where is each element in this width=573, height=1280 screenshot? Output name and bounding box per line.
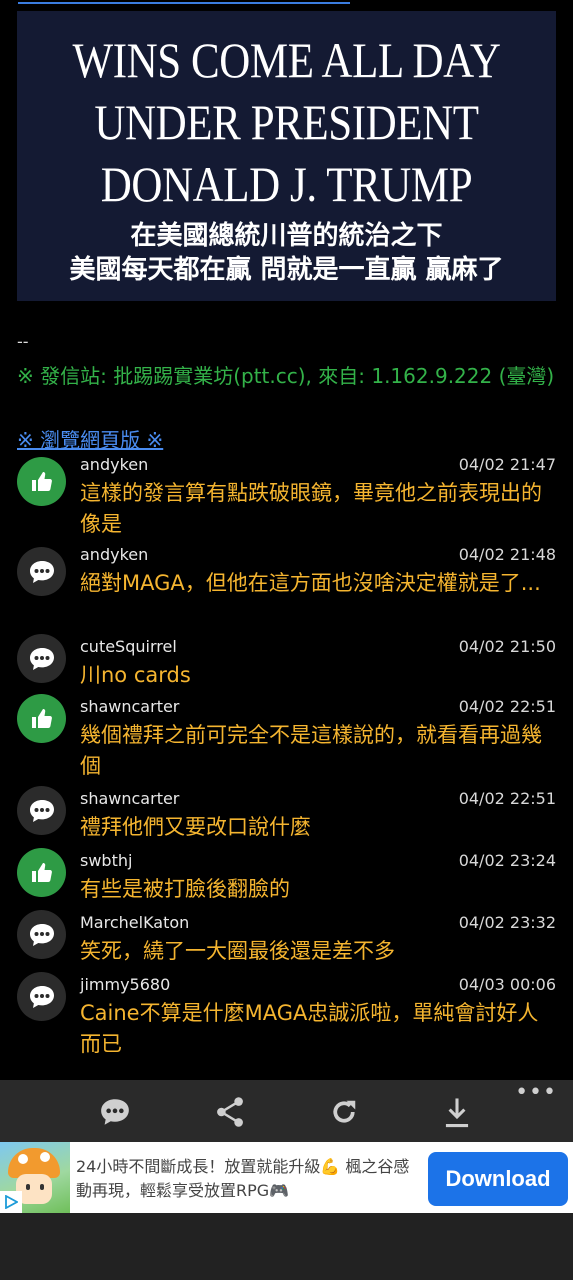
comment-time: 04/02 22:51 [458,697,556,716]
comment-bubble-icon [17,786,66,835]
comment-username[interactable]: jimmy5680 [80,975,170,994]
article-image-banner: WINS COME ALL DAY UNDER PRESIDENT DONALD… [17,11,556,301]
comment-bubble-icon [17,910,66,959]
comment-text: 幾個禮拜之前可完全不是這樣說的，就看看再過幾個 [80,723,542,778]
banner-line-3: DONALD J. TRUMP [100,156,473,212]
comment-bubble-icon [17,634,66,683]
ad-text[interactable]: 24小時不間斷成長！放置就能升級💪 楓之谷感動再現，輕鬆享受放置RPG🎮 [76,1155,421,1203]
comment-text: 川no cards [80,663,191,687]
comment-username[interactable]: swbthj [80,851,132,870]
refresh-icon[interactable] [324,1094,364,1130]
view-web-version-link[interactable]: ※ 瀏覽網頁版 ※ [17,426,163,454]
push-icon [17,694,66,743]
comment-item: shawncarter 04/02 22:51 禮拜他們又要改口說什麼 [0,786,573,848]
comment-text: 笑死，繞了一大圈最後還是差不多 [80,939,395,963]
comment-item: cuteSquirrel 04/02 21:50 川no cards [0,634,573,694]
share-icon[interactable] [210,1094,250,1130]
comment-username[interactable]: shawncarter [80,789,179,808]
comment-text: Caine不算是什麼MAGA忠誠派啦，單純會討好人而已 [80,1001,539,1056]
comment-username[interactable]: shawncarter [80,697,179,716]
push-icon [17,848,66,897]
comment-username[interactable]: cuteSquirrel [80,637,177,656]
banner-chinese-line-1: 在美國總統川普的統治之下 [130,221,443,251]
comment-item: shawncarter 04/02 22:51 幾個禮拜之前可完全不是這樣說的，… [0,694,573,786]
comment-username[interactable]: andyken [80,455,148,474]
comment-item: swbthj 04/02 23:24 有些是被打臉後翻臉的 [0,848,573,910]
comment-text: 絕對MAGA，但他在這方面也沒啥決定權就是了... [80,571,541,595]
signature-separator: -- [17,332,29,351]
ad-banner[interactable]: 24小時不間斷成長！放置就能升級💪 楓之谷感動再現，輕鬆享受放置RPG🎮 Dow… [0,1142,573,1213]
download-button[interactable]: Download [428,1152,568,1206]
comment-time: 04/02 21:48 [458,545,556,564]
ad-choices-icon[interactable] [0,1191,22,1213]
comment-text: 禮拜他們又要改口說什麼 [80,815,311,839]
comment-time: 04/02 23:32 [458,913,556,932]
empty-footer-area [0,1213,573,1280]
comment-item: jimmy5680 04/03 00:06 Caine不算是什麼MAGA忠誠派啦… [0,972,573,1064]
previous-link-underline[interactable] [18,0,350,4]
comment-item: andyken 04/02 21:47 這樣的發言算有點跌破眼鏡，畢竟他之前表現… [0,452,573,542]
comment-time: 04/03 00:06 [458,975,556,994]
download-icon[interactable] [437,1094,477,1130]
banner-line-1: WINS COME ALL DAY [72,32,501,88]
push-icon [17,457,66,506]
comment-username[interactable]: andyken [80,545,148,564]
comment-bubble-icon [17,972,66,1021]
more-icon[interactable]: ••• [515,1082,557,1104]
comment-bubble-icon [17,547,66,596]
comment-item: andyken 04/02 21:48 絕對MAGA，但他在這方面也沒啥決定權就… [0,542,573,634]
post-source-info: ※ 發信站: 批踢踢實業坊(ptt.cc), 來自: 1.162.9.222 (… [17,364,555,388]
comment-time: 04/02 23:24 [458,851,556,870]
comment-text: 這樣的發言算有點跌破眼鏡，畢竟他之前表現出的像是 [80,481,542,536]
comment-time: 04/02 21:50 [458,637,556,656]
comment-list: andyken 04/02 21:47 這樣的發言算有點跌破眼鏡，畢竟他之前表現… [0,452,573,1064]
bottom-toolbar: ••• [0,1080,573,1142]
comment-username[interactable]: MarchelKaton [80,913,189,932]
comment-time: 04/02 22:51 [458,789,556,808]
banner-chinese-line-2: 美國每天都在贏 問就是一直贏 贏麻了 [69,255,504,285]
comment-icon[interactable] [95,1094,135,1130]
comment-time: 04/02 21:47 [458,455,556,474]
banner-line-2: UNDER PRESIDENT [94,94,479,150]
comment-item: MarchelKaton 04/02 23:32 笑死，繞了一大圈最後還是差不多 [0,910,573,972]
comment-text: 有些是被打臉後翻臉的 [80,877,290,901]
game-app-icon[interactable] [0,1142,70,1213]
